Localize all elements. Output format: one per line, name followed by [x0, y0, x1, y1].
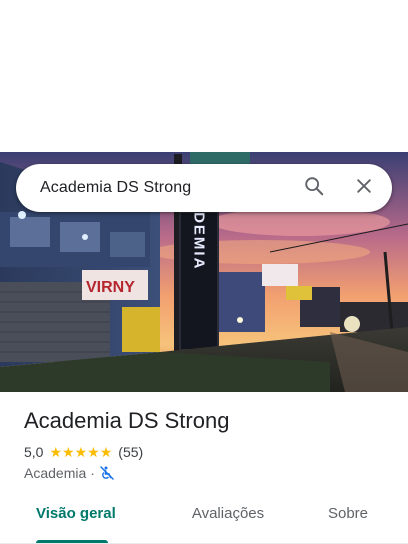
search-bar[interactable]: Academia DS Strong — [16, 164, 392, 212]
separator-dot: · — [90, 465, 95, 481]
category-row: Academia · — [24, 465, 115, 481]
search-button[interactable] — [294, 168, 334, 208]
map-blank-area — [0, 0, 408, 152]
tab-label: Sobre — [327, 505, 369, 522]
tab-label: Visão geral — [36, 505, 116, 522]
star-icon: ★ — [99, 444, 113, 460]
close-icon — [354, 176, 374, 201]
tab-reviews[interactable]: Avaliações — [168, 494, 288, 543]
star-icon: ★ — [49, 444, 63, 460]
place-tabs: Visão geral Avaliações Sobre — [0, 494, 408, 544]
category-label: Academia — [24, 465, 87, 481]
star-rating: ★ ★ ★ ★ ★ — [49, 444, 112, 460]
star-icon: ★ — [87, 444, 100, 460]
star-icon: ★ — [62, 444, 75, 460]
rating-row[interactable]: 5,0 ★ ★ ★ ★ ★ (55) — [24, 444, 143, 460]
store-sign-text: VIRNY — [86, 279, 135, 296]
search-icon — [303, 175, 325, 202]
tab-about[interactable]: Sobre — [288, 494, 408, 543]
review-count[interactable]: (55) — [118, 444, 143, 460]
star-icon: ★ — [74, 444, 88, 460]
rating-value: 5,0 — [24, 444, 44, 460]
clear-search-button[interactable] — [344, 168, 384, 208]
tab-overview[interactable]: Visão geral — [0, 494, 168, 543]
tab-label: Avaliações — [191, 505, 265, 522]
active-tab-indicator — [36, 540, 108, 543]
search-input[interactable]: Academia DS Strong — [40, 179, 294, 197]
wheelchair-not-accessible-icon[interactable] — [99, 465, 115, 481]
place-title: Academia DS Strong — [24, 408, 230, 433]
